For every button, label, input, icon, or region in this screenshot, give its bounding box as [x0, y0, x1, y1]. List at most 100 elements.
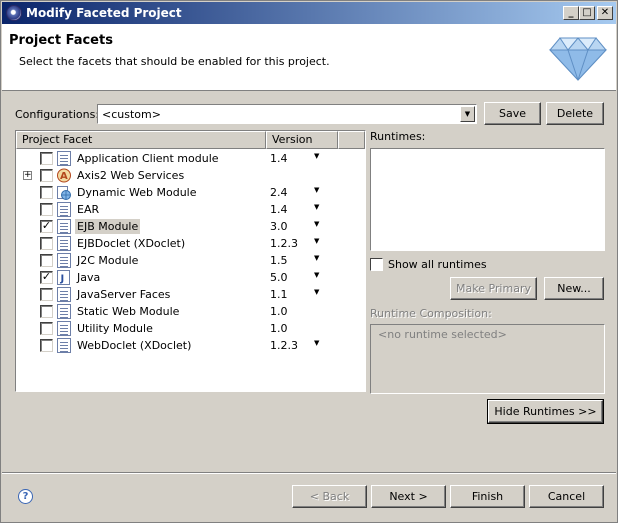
facet-name: WebDoclet (XDoclet) [77, 339, 192, 352]
version-dropdown-icon[interactable]: ▼ [314, 339, 319, 347]
show-all-runtimes-label[interactable]: Show all runtimes [388, 258, 487, 271]
table-row[interactable]: EAR 1.4 ▼ [16, 201, 365, 218]
facet-version[interactable]: 1.5 [270, 254, 288, 267]
facet-version[interactable]: 2.4 [270, 186, 288, 199]
runtime-composition-label: Runtime Composition: [370, 307, 492, 320]
table-row[interactable]: + A Axis2 Web Services [16, 167, 365, 184]
version-dropdown-icon[interactable]: ▼ [314, 254, 319, 262]
hide-runtimes-button[interactable]: Hide Runtimes >> [487, 399, 604, 424]
table-row[interactable]: JavaServer Faces 1.1 ▼ [16, 286, 365, 303]
chevron-down-icon[interactable]: ▼ [460, 106, 475, 122]
facet-checkbox[interactable]: ✓ [40, 220, 53, 233]
facet-name: EJB Module [75, 219, 141, 234]
facet-name: Application Client module [77, 152, 219, 165]
facet-version[interactable]: 1.0 [270, 305, 288, 318]
finish-button[interactable]: Finish [450, 485, 525, 508]
window-title: Modify Faceted Project [26, 6, 182, 20]
facet-version[interactable]: 1.4 [270, 152, 288, 165]
delete-button[interactable]: Delete [546, 102, 604, 125]
document-icon [57, 253, 71, 268]
maximize-button[interactable]: □ [579, 6, 595, 20]
document-icon [57, 219, 71, 234]
facet-checkbox[interactable] [40, 322, 53, 335]
help-icon[interactable]: ? [18, 489, 33, 504]
facet-checkbox[interactable] [40, 254, 53, 267]
facets-table: Project Facet Version Application Client… [15, 130, 366, 392]
eclipse-icon [6, 5, 22, 21]
cancel-button[interactable]: Cancel [529, 485, 604, 508]
next-button[interactable]: Next > [371, 485, 446, 508]
column-header-project-facet[interactable]: Project Facet [16, 131, 266, 149]
facet-name: Axis2 Web Services [77, 169, 185, 182]
facet-checkbox[interactable]: ✓ [40, 271, 53, 284]
facet-version[interactable]: 5.0 [270, 271, 288, 284]
column-header-version[interactable]: Version [266, 131, 338, 149]
axis2-icon: A [57, 168, 71, 183]
title-bar[interactable]: Modify Faceted Project _ □ ✕ [2, 2, 616, 24]
facet-name: EJBDoclet (XDoclet) [77, 237, 186, 250]
new-runtime-button[interactable]: New... [544, 277, 604, 300]
configurations-label: Configurations: [15, 108, 100, 121]
document-icon [57, 151, 71, 166]
facet-version[interactable]: 1.2.3 [270, 339, 298, 352]
facet-name: Utility Module [77, 322, 153, 335]
facet-name: J2C Module [77, 254, 139, 267]
runtimes-list[interactable] [370, 148, 605, 251]
configurations-combo[interactable]: <custom> ▼ [97, 104, 477, 124]
close-button[interactable]: ✕ [597, 6, 613, 20]
document-icon [57, 202, 71, 217]
version-dropdown-icon[interactable]: ▼ [314, 203, 319, 211]
version-dropdown-icon[interactable]: ▼ [314, 271, 319, 279]
facet-checkbox[interactable] [40, 203, 53, 216]
runtimes-label: Runtimes: [370, 130, 426, 143]
table-row[interactable]: ✓ J Java 5.0 ▼ [16, 269, 365, 286]
facet-checkbox[interactable] [40, 152, 53, 165]
facet-checkbox[interactable] [40, 288, 53, 301]
facet-checkbox[interactable] [40, 169, 53, 182]
facet-version[interactable]: 1.1 [270, 288, 288, 301]
facet-version[interactable]: 1.0 [270, 322, 288, 335]
document-icon [57, 287, 71, 302]
version-dropdown-icon[interactable]: ▼ [314, 237, 319, 245]
table-row[interactable]: WebDoclet (XDoclet) 1.2.3 ▼ [16, 337, 365, 354]
modify-faceted-project-dialog: Modify Faceted Project _ □ ✕ Project Fac… [0, 0, 618, 523]
table-row[interactable]: Application Client module 1.4 ▼ [16, 150, 365, 167]
facet-name: Dynamic Web Module [77, 186, 197, 199]
header-banner: Project Facets Select the facets that sh… [2, 24, 616, 91]
table-row[interactable]: Utility Module 1.0 [16, 320, 365, 337]
document-icon [57, 338, 71, 353]
facet-version[interactable]: 3.0 [270, 220, 288, 233]
minimize-button[interactable]: _ [563, 6, 579, 20]
facet-checkbox[interactable] [40, 186, 53, 199]
document-icon [57, 236, 71, 251]
facet-version[interactable]: 1.4 [270, 203, 288, 216]
document-icon [57, 304, 71, 319]
table-row[interactable]: Static Web Module 1.0 [16, 303, 365, 320]
facet-version[interactable]: 1.2.3 [270, 237, 298, 250]
version-dropdown-icon[interactable]: ▼ [314, 186, 319, 194]
table-header: Project Facet Version [16, 131, 365, 149]
footer-separator [2, 472, 616, 474]
version-dropdown-icon[interactable]: ▼ [314, 288, 319, 296]
runtime-composition-box: <no runtime selected> [370, 324, 605, 394]
make-primary-button[interactable]: Make Primary [450, 277, 537, 300]
table-row[interactable]: EJBDoclet (XDoclet) 1.2.3 ▼ [16, 235, 365, 252]
back-button[interactable]: < Back [292, 485, 367, 508]
version-dropdown-icon[interactable]: ▼ [314, 152, 319, 160]
show-all-runtimes-checkbox[interactable] [370, 258, 383, 271]
version-dropdown-icon[interactable]: ▼ [314, 220, 319, 228]
facet-checkbox[interactable] [40, 339, 53, 352]
expand-icon[interactable]: + [23, 171, 32, 180]
document-icon [57, 321, 71, 336]
table-row[interactable]: Dynamic Web Module 2.4 ▼ [16, 184, 365, 201]
facet-checkbox[interactable] [40, 305, 53, 318]
facet-checkbox[interactable] [40, 237, 53, 250]
diamond-icon [548, 37, 608, 81]
column-header-filler [338, 131, 365, 149]
save-button[interactable]: Save [484, 102, 541, 125]
web-module-icon [57, 185, 71, 200]
runtime-composition-value: <no runtime selected> [378, 328, 507, 341]
table-row[interactable]: J2C Module 1.5 ▼ [16, 252, 365, 269]
table-row[interactable]: ✓ EJB Module 3.0 ▼ [16, 218, 365, 235]
svg-text:A: A [60, 171, 68, 182]
